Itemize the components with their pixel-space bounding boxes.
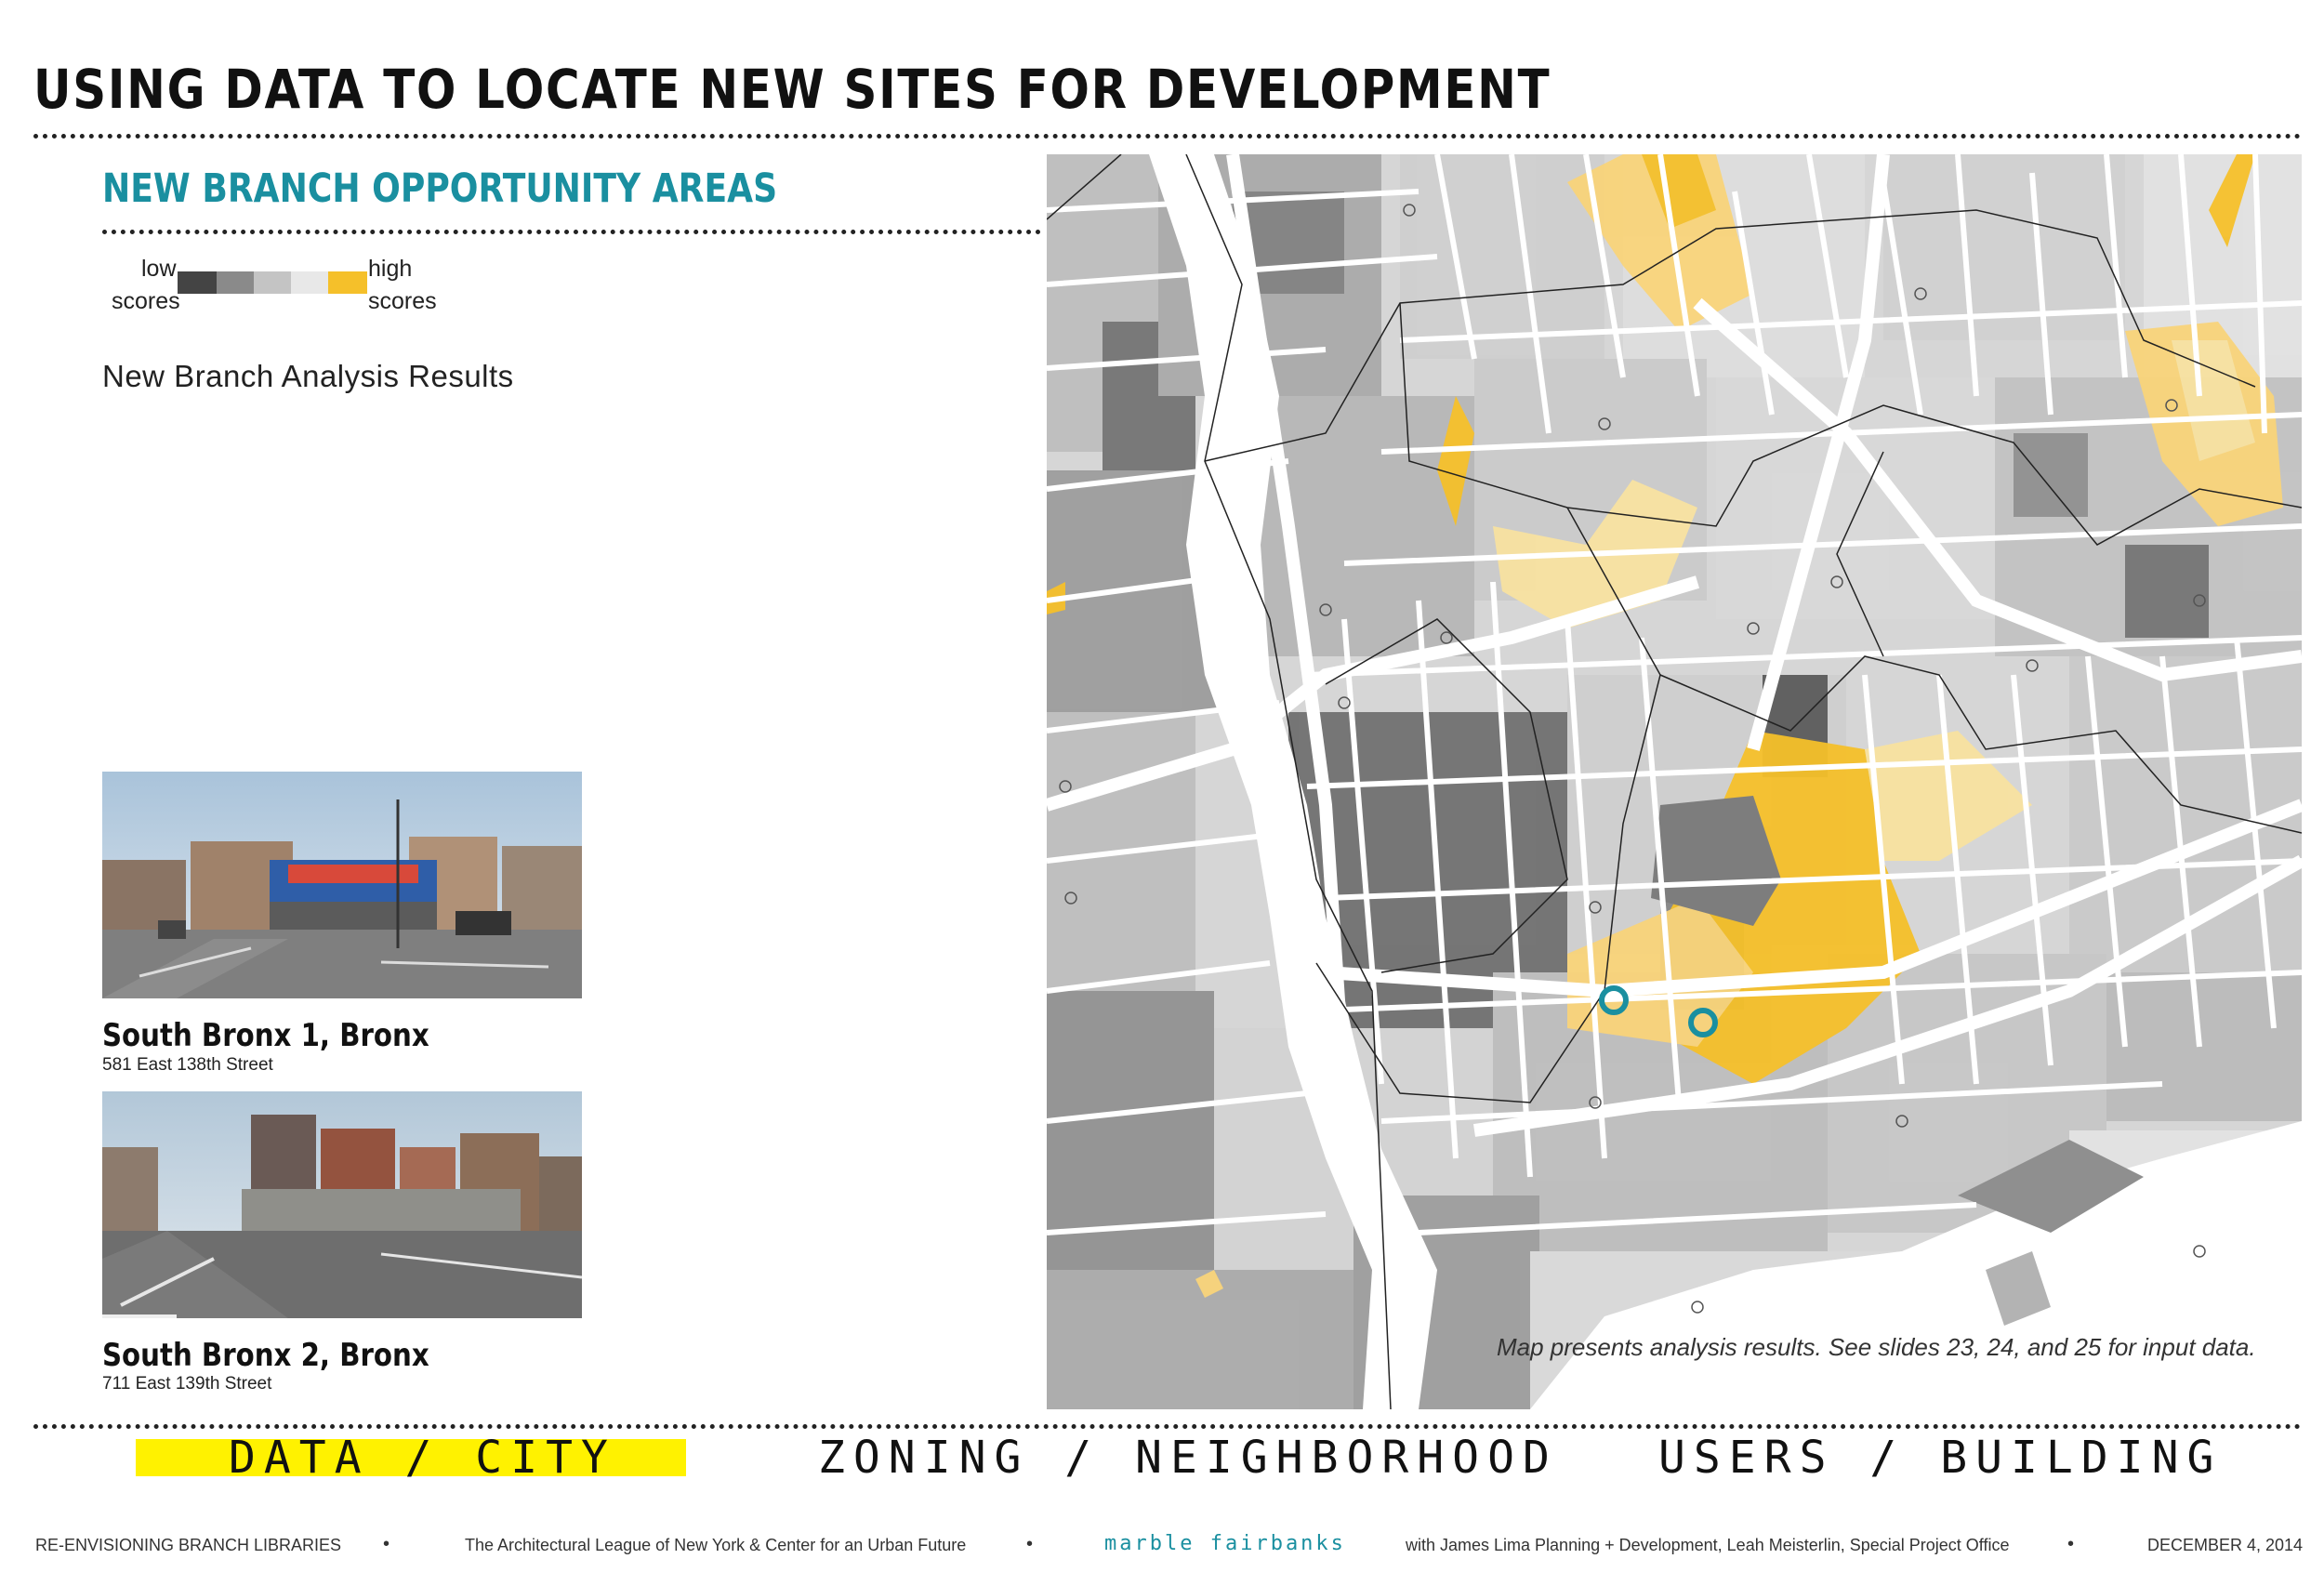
- footer-collaborators: with James Lima Planning + Development, …: [1406, 1536, 2010, 1554]
- footer-partners: The Architectural League of New York & C…: [465, 1536, 967, 1554]
- legend-swatch-7: [328, 271, 367, 294]
- page-title: USING DATA TO LOCATE NEW SITES FOR DEVEL…: [33, 58, 1552, 121]
- footer-separator-1: •: [383, 1534, 390, 1554]
- nav-users-building[interactable]: USERS / BUILDING: [1658, 1432, 2222, 1484]
- legend-swatch-2: [217, 271, 254, 294]
- legend-swatch-3: [254, 271, 291, 294]
- site-photo-2: [102, 1091, 582, 1318]
- footer-date: DECEMBER 4, 2014: [2147, 1536, 2304, 1554]
- legend-low-label-2: scores: [112, 288, 180, 314]
- map-caption: Map presents analysis results. See slide…: [1497, 1333, 2256, 1361]
- header-divider: [33, 134, 2302, 139]
- site-name-2: South Bronx 2, Bronx: [102, 1337, 429, 1374]
- legend-swatch-1: [178, 271, 217, 294]
- section-title: NEW BRANCH OPPORTUNITY AREAS: [102, 165, 778, 212]
- legend-high-label-2: scores: [368, 288, 437, 314]
- section-divider: [102, 230, 1041, 234]
- footer-separator-2: •: [1026, 1534, 1034, 1554]
- footer-project: RE-ENVISIONING BRANCH LIBRARIES: [35, 1536, 342, 1554]
- site-address-2: 711 East 139th Street: [102, 1374, 272, 1394]
- site-name-1: South Bronx 1, Bronx: [102, 1017, 429, 1054]
- analysis-results-label: New Branch Analysis Results: [102, 359, 514, 393]
- map-graphic: [1047, 154, 2302, 1409]
- footer-separator-3: •: [2067, 1534, 2075, 1554]
- nav-zoning-neighborhood[interactable]: ZONING / NEIGHBORHOOD: [818, 1432, 1558, 1484]
- legend-low-label: low: [141, 256, 177, 282]
- site-address-1: 581 East 138th Street: [102, 1055, 273, 1075]
- legend-high-label: high: [368, 256, 413, 282]
- legend-swatch-4: [291, 271, 328, 294]
- site-photo-1: [102, 772, 582, 998]
- nav-data-city[interactable]: DATA / CITY: [229, 1432, 616, 1484]
- footer-divider: [33, 1424, 2302, 1429]
- opportunity-map[interactable]: [1047, 154, 2302, 1409]
- footer-brand-logo: marble fairbanks: [1104, 1532, 1346, 1555]
